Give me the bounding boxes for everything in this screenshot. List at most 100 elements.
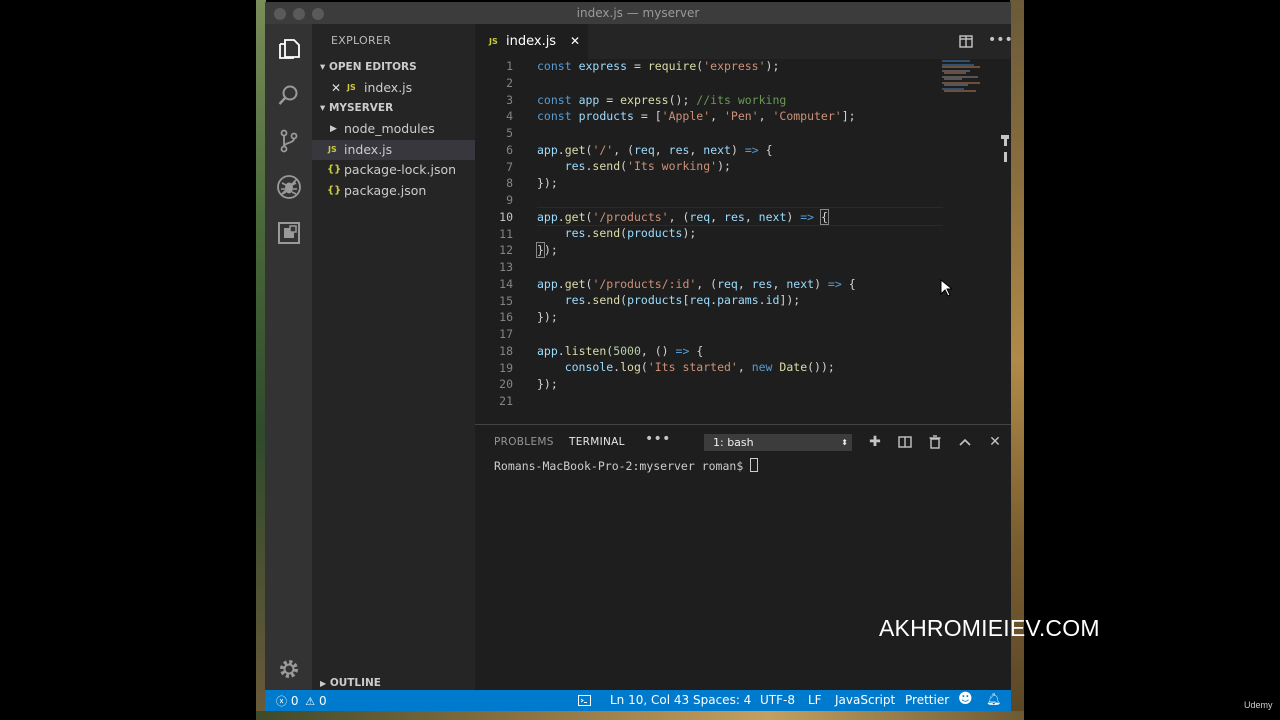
line-number: 2 [506,75,513,90]
line-number: 1 [506,59,513,73]
line-number: 3 [506,92,513,107]
tree-item-index-js[interactable]: JS index.js [312,140,475,160]
code-line: app.listen(5000, () => { [537,344,704,358]
open-editors-label: OPEN EDITORS [328,61,417,73]
line-number: 11 [499,226,513,241]
editor-scrollbar[interactable] [997,59,1011,421]
editor-tabs: JS index.js ✕ ••• [475,24,1011,59]
error-icon: ⓧ [276,695,287,708]
more-actions-icon[interactable]: ••• [988,32,1011,48]
code-line: app.get('/products/:id', (req, res, next… [537,277,856,291]
line-number: 12 [499,243,513,258]
line-number: 7 [506,159,513,174]
line-number: 14 [499,276,513,291]
activity-bar [265,24,312,690]
watermark-text: AKHROMIEIEV.COM [879,615,1100,641]
title-bar: index.js — myserver [265,2,1011,24]
desktop-wallpaper-right [1010,0,1024,720]
project-section[interactable]: ▾ MYSERVER [320,102,393,114]
extensions-icon[interactable] [276,220,302,246]
smiley-feedback-icon[interactable]: ☻ [958,691,973,707]
line-number: 10 [499,209,513,224]
close-icon[interactable]: ✕ [331,78,341,98]
cursor-position[interactable]: Ln 10, Col 43 [610,693,689,707]
close-panel-icon[interactable]: ✕ [986,433,1004,451]
add-terminal-icon[interactable]: ✚ [866,433,884,451]
chevron-right-icon: ▶ [320,679,327,688]
tree-item-label: node_modules [344,121,435,136]
line-number: 20 [499,377,513,392]
line-number: 18 [499,343,513,358]
tree-item-package-json[interactable]: {} package.json [312,181,475,201]
tab-problems[interactable]: PROBLEMS [494,436,554,448]
error-count: 0 [290,694,299,708]
line-number: 19 [499,360,513,375]
tab-index-js[interactable]: JS index.js ✕ [475,24,588,59]
language-mode[interactable]: JavaScript [835,693,895,707]
prettier-status[interactable]: Prettier [905,693,949,707]
js-file-icon: JS [328,145,337,154]
code-line: }); [537,310,558,324]
line-number: 16 [499,310,513,325]
chevron-down-icon: ▾ [320,61,326,73]
end-of-line[interactable]: LF [808,693,822,707]
open-editors-section[interactable]: ▾ OPEN EDITORS [320,61,417,73]
terminal-prompt: Romans-MacBook-Pro-2:myserver roman$ [494,459,751,473]
select-arrows-icon: ⬍ [841,438,848,447]
status-bar: ⓧ 0 ⚠ 0 Ln 10, Col 43 Spaces: 4 UTF-8 LF… [265,690,1011,711]
tree-item-node-modules[interactable]: ▶ node_modules [312,119,475,139]
settings-gear-icon[interactable] [276,656,302,682]
panel-more-icon[interactable]: ••• [645,431,671,447]
terminal-select-value: 1: bash [713,436,754,449]
code-line: res.send(products[req.params.id]); [564,293,801,307]
tree-item-label: package-lock.json [344,162,457,177]
json-file-icon: {} [327,164,342,175]
explorer-icon[interactable] [276,36,302,62]
encoding[interactable]: UTF-8 [760,693,795,707]
warning-icon: ⚠ [305,695,316,708]
close-tab-icon[interactable]: ✕ [570,34,580,48]
terminal-status-icon[interactable] [578,695,591,706]
line-number: 13 [499,260,513,274]
line-number: 5 [506,126,513,140]
source-control-icon[interactable] [276,128,302,154]
bell-notification-icon[interactable]: 🔔︎ [986,692,1001,706]
code-line: const app = express(); //its working [537,93,787,107]
warning-count: 0 [319,694,327,708]
vscode-window: index.js — myserver EXPLORER ▾ OPEN EDIT… [265,2,1011,711]
code-line: res.send('Its working'); [564,159,731,173]
tab-terminal[interactable]: TERMINAL [569,436,625,448]
code-line: res.send(products); [564,226,697,240]
desktop-wallpaper-bottom [256,711,1024,720]
terminal-output[interactable]: Romans-MacBook-Pro-2:myserver roman$ [494,458,759,473]
indentation[interactable]: Spaces: 4 [693,693,751,707]
line-number: 6 [506,142,513,157]
terminal-select[interactable]: 1: bash ⬍ [704,434,852,451]
open-editor-label: index.js [364,80,413,95]
code-line: }); [537,377,558,391]
js-file-icon: JS [489,37,498,46]
code-line: app.get('/products', (req, res, next) =>… [537,209,829,225]
tree-item-label: package.json [344,183,427,198]
tree-item-package-lock-json[interactable]: {} package-lock.json [312,160,475,180]
code-line: }); [537,176,558,190]
chevron-right-icon: ▶ [330,124,337,134]
outline-section[interactable]: ▶ OUTLINE [320,677,381,689]
code-line: const express = require('express'); [537,59,780,73]
code-editor[interactable]: 1 2 3 4 5 6 7 8 9 10 11 12 13 14 15 16 17 18 19 20 21 const … [475,59,1011,421]
open-editor-item[interactable]: ✕ JS index.js [312,78,475,98]
window-title: index.js — myserver [576,6,700,20]
line-number: 8 [506,176,513,191]
code-line: }); [536,242,558,258]
js-file-icon: JS [347,83,356,92]
search-icon[interactable] [276,82,302,108]
split-editor-icon[interactable] [959,35,973,48]
split-terminal-icon[interactable] [896,433,914,451]
code-line: const products = ['Apple', 'Pen', 'Compu… [537,109,856,123]
trash-icon[interactable] [926,433,944,451]
problems-status[interactable]: ⓧ 0 ⚠ 0 [276,693,327,709]
udemy-logo: Udemy [1244,700,1273,710]
line-number: 17 [499,327,513,341]
maximize-panel-icon[interactable] [956,433,974,451]
debug-icon[interactable] [276,174,302,200]
